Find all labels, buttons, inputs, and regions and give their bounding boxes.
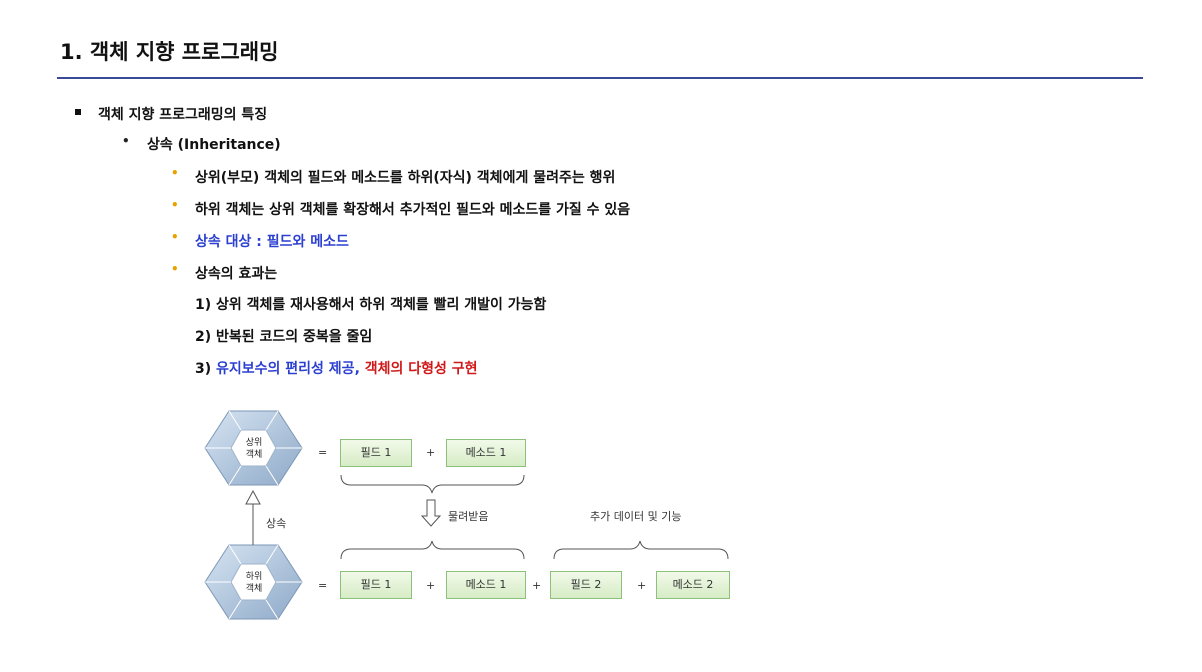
dot-bullet-icon: •: [122, 134, 130, 148]
dot-bullet-icon: •: [171, 230, 179, 244]
plus-sign: +: [426, 579, 436, 592]
effect-3: 3) 유지보수의 편리성 제공, 객체의 다형성 구현: [195, 358, 478, 378]
effect-1: 1) 상위 객체를 재사용해서 하위 객체를 빨리 개발이 가능함: [195, 297, 547, 313]
plus-sign: +: [426, 446, 436, 459]
bullet-text: 상속 (Inheritance): [147, 137, 281, 153]
bottom-hex-label-2: 객체: [245, 584, 263, 594]
bullet-target: • 상속 대상 : 필드와 메소드: [171, 230, 349, 251]
plus-sign: +: [637, 579, 647, 592]
additional-label: 추가 데이터 및 기능: [590, 510, 682, 523]
effect-3-blue: 유지보수의 편리성 제공,: [216, 361, 360, 377]
bullet-text: 하위 객체는 상위 객체를 확장해서 추가적인 필드와 메소드를 가질 수 있음: [195, 202, 631, 218]
equals-sign: =: [318, 446, 328, 459]
inheritance-diagram: 상위 객체 하위 객체 상속 = 필드 1 + 메소드 1 물려받음 추가 데이…: [198, 408, 758, 628]
method-1-box: 메소드 1: [446, 571, 526, 599]
dot-bullet-icon: •: [171, 262, 179, 276]
received-label: 물려받음: [448, 510, 489, 523]
bottom-hex-label: 하위 객체: [234, 571, 274, 595]
bullet-text: 객체 지향 프로그래밍의 특징: [98, 107, 268, 123]
top-hex-label-1: 상위: [245, 438, 263, 448]
page-title: 1. 객체 지향 프로그래밍: [60, 40, 279, 64]
bullet-inheritance: • 상속 (Inheritance): [122, 134, 281, 154]
top-hex-label-2: 객체: [245, 450, 263, 460]
bullet-text: 상위(부모) 객체의 필드와 메소드를 하위(자식) 객체에게 물려주는 행위: [195, 170, 616, 186]
effect-3-prefix: 3): [195, 361, 217, 377]
bullet-text: 상속 대상 : 필드와 메소드: [195, 234, 349, 250]
plus-sign: +: [532, 579, 542, 592]
field-1-box: 필드 1: [340, 439, 412, 467]
bullet-definition: • 상위(부모) 객체의 필드와 메소드를 하위(자식) 객체에게 물려주는 행…: [171, 166, 616, 187]
field-2-box: 필드 2: [550, 571, 622, 599]
bottom-right-brace: [553, 540, 729, 560]
square-bullet-icon: [75, 109, 81, 115]
dot-bullet-icon: •: [171, 166, 179, 180]
effect-2: 2) 반복된 코드의 중복을 줄임: [195, 329, 373, 345]
method-2-box: 메소드 2: [656, 571, 730, 599]
top-brace: [340, 474, 525, 494]
dot-bullet-icon: •: [171, 198, 179, 212]
inherit-label: 상속: [266, 517, 287, 530]
equals-sign: =: [318, 579, 328, 592]
bottom-hex-label-1: 하위: [245, 572, 263, 582]
bullet-extension: • 하위 객체는 상위 객체를 확장해서 추가적인 필드와 메소드를 가질 수 …: [171, 198, 631, 219]
title-divider: [57, 77, 1143, 79]
bullet-text: 상속의 효과는: [195, 266, 278, 282]
effect-3-red: 객체의 다형성 구현: [359, 361, 478, 377]
field-1-box: 필드 1: [340, 571, 412, 599]
top-hex-label: 상위 객체: [234, 437, 274, 461]
bottom-left-brace: [340, 540, 525, 560]
inheritance-arrow: [245, 489, 261, 545]
received-arrow: [420, 499, 442, 527]
method-1-box: 메소드 1: [446, 439, 526, 467]
bullet-oop-features: 객체 지향 프로그래밍의 특징: [75, 104, 268, 124]
bullet-effects: • 상속의 효과는: [171, 262, 278, 283]
